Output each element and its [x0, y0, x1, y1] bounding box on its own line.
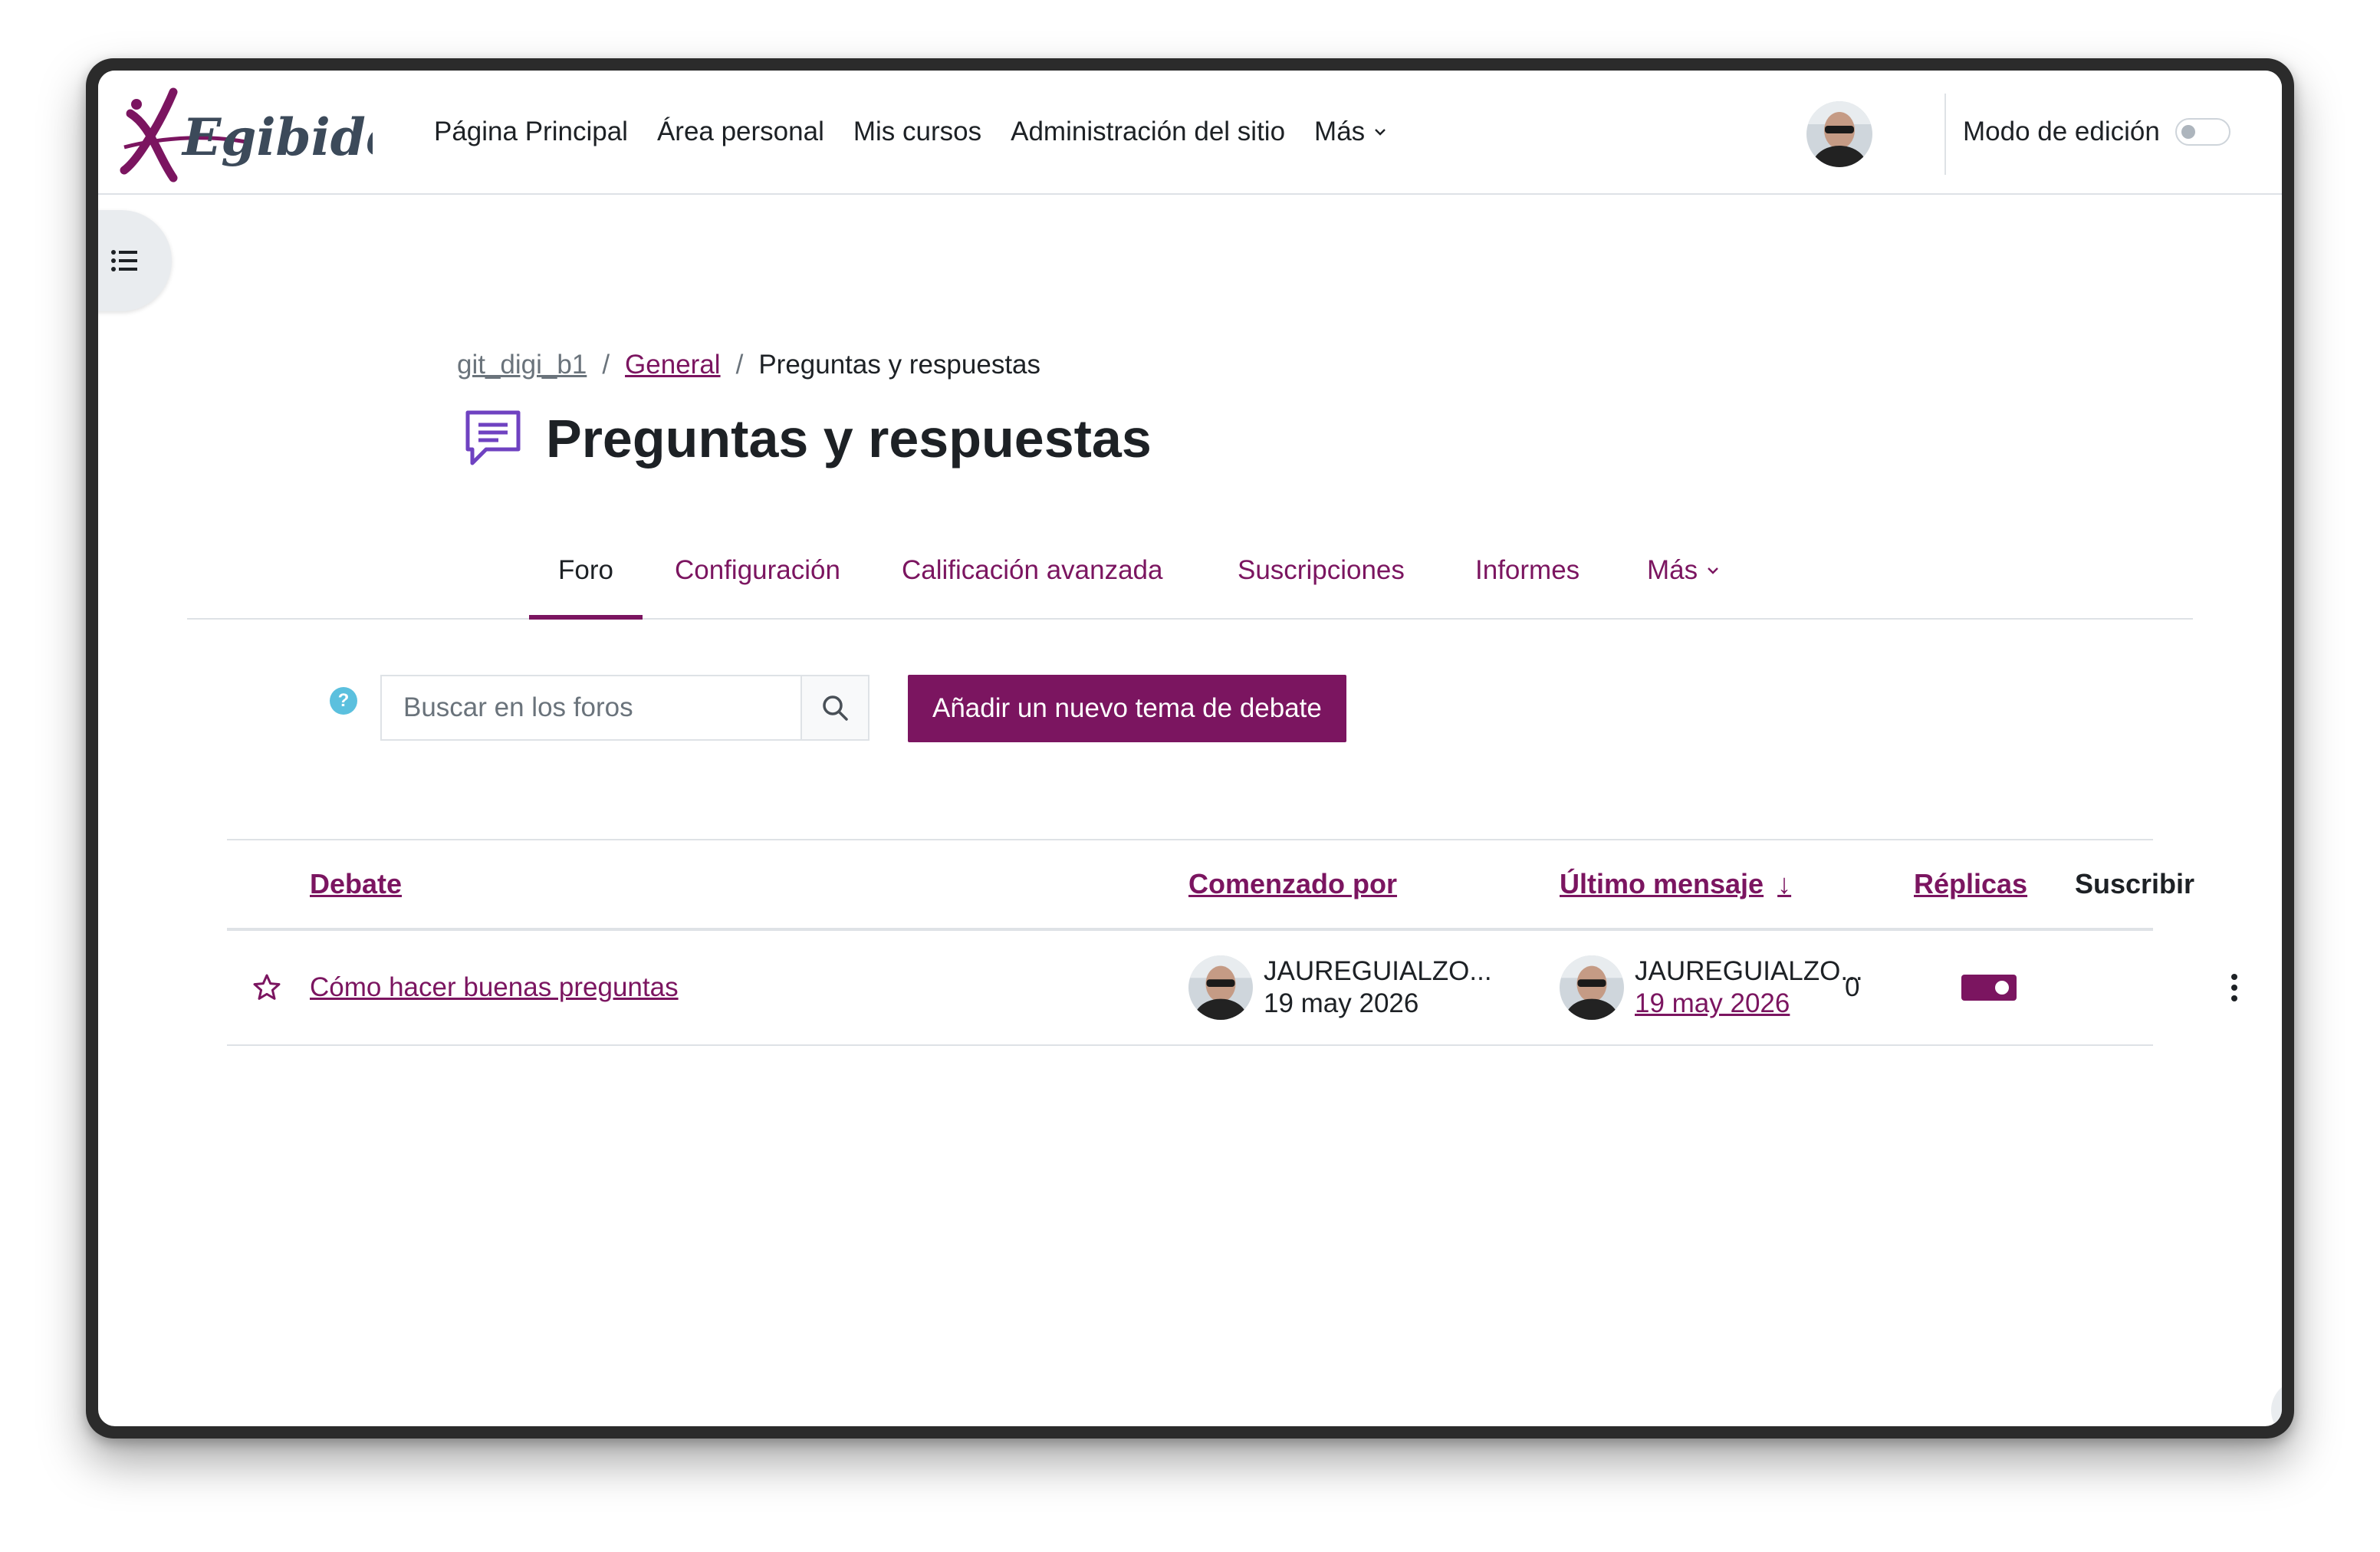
search-help-icon[interactable]: ?: [330, 687, 357, 715]
discussion-list-table: Debate Comenzado por Último mensaje ↓ Ré…: [227, 839, 2237, 1046]
page: Egibide Página Principal Área personal M…: [98, 71, 2282, 1426]
tab-settings[interactable]: Configuración: [675, 523, 840, 618]
subscription-toggle-cell: [1961, 931, 2017, 1044]
breadcrumb-current: Preguntas y respuestas: [758, 350, 1041, 380]
started-date: 19 may 2026: [1264, 988, 1419, 1018]
help-button[interactable]: ?: [2271, 1380, 2282, 1426]
breadcrumb-course-link[interactable]: git_digi_b1: [457, 350, 587, 380]
browser-window: Egibide Página Principal Área personal M…: [86, 58, 2294, 1439]
table-header: Debate Comenzado por Último mensaje ↓ Ré…: [227, 839, 2194, 931]
discussion-actions-menu[interactable]: [2230, 931, 2239, 1044]
last-post-author-name: JAUREGUIALZO...: [1635, 956, 1863, 986]
star-icon[interactable]: [251, 931, 282, 1044]
nav-home[interactable]: Página Principal: [434, 117, 628, 147]
column-header-last-post-label: Último mensaje: [1560, 868, 1764, 899]
column-header-replies[interactable]: Réplicas: [1914, 840, 2027, 928]
search-input[interactable]: [382, 676, 800, 739]
breadcrumb: git_digi_b1 / General / Preguntas y resp…: [457, 350, 1040, 380]
course-index-drawer-button[interactable]: [98, 210, 172, 311]
last-post-author-avatar[interactable]: [1560, 955, 1624, 1020]
add-discussion-button[interactable]: Añadir un nuevo tema de debate: [908, 675, 1346, 742]
search-icon: [823, 695, 848, 721]
column-header-debate[interactable]: Debate: [310, 840, 402, 928]
tab-more-label: Más: [1647, 555, 1698, 585]
kebab-menu-icon: [2231, 974, 2237, 1001]
discussion-topic-link[interactable]: Cómo hacer buenas preguntas: [310, 931, 679, 1044]
author-avatar[interactable]: [1188, 955, 1253, 1020]
breadcrumb-separator: /: [602, 350, 610, 380]
nav-dashboard[interactable]: Área personal: [657, 117, 824, 147]
author-name: JAUREGUIALZO...: [1264, 956, 1492, 986]
primary-navigation: Página Principal Área personal Mis curso…: [434, 71, 1417, 193]
column-header-last-post[interactable]: Último mensaje ↓: [1560, 840, 1791, 928]
chevron-down-icon: [1708, 567, 1718, 574]
top-navbar: Egibide Página Principal Área personal M…: [98, 71, 2282, 195]
started-by-cell: JAUREGUIALZO... 19 may 2026: [1188, 931, 1492, 1044]
forum-search: [380, 675, 869, 741]
tab-reports[interactable]: Informes: [1475, 523, 1580, 618]
tab-advanced-grading[interactable]: Calificación avanzada: [902, 523, 1162, 618]
nav-site-admin[interactable]: Administración del sitio: [1011, 117, 1285, 147]
tab-more[interactable]: Más: [1647, 523, 1721, 618]
nav-more-label: Más: [1314, 117, 1366, 146]
last-post-date-link[interactable]: 19 may 2026: [1635, 988, 1863, 1020]
edit-mode-control: Modo de edición: [1963, 71, 2230, 193]
page-title: Preguntas y respuestas: [546, 409, 1152, 469]
edit-mode-label: Modo de edición: [1963, 117, 2160, 146]
user-avatar[interactable]: [1806, 101, 1872, 167]
chevron-down-icon: [1375, 129, 1386, 136]
tab-forum[interactable]: Foro: [529, 523, 643, 620]
navbar-divider: [1944, 94, 1946, 175]
column-header-subscribe: Suscribir: [2075, 868, 2195, 899]
svg-text:Egibide: Egibide: [181, 107, 373, 167]
breadcrumb-section-link[interactable]: General: [625, 350, 721, 380]
replies-count: 0: [1845, 972, 1860, 1002]
table-row: Cómo hacer buenas preguntas JAUREGUIALZO…: [227, 931, 2237, 1046]
subscription-toggle[interactable]: [1961, 975, 2017, 1001]
edit-mode-toggle[interactable]: [2175, 118, 2230, 146]
nav-my-courses[interactable]: Mis cursos: [853, 117, 981, 147]
search-button[interactable]: [800, 676, 868, 739]
tab-subscriptions[interactable]: Suscripciones: [1238, 523, 1405, 618]
list-icon: [111, 250, 137, 271]
forum-chat-icon: [460, 405, 526, 471]
secondary-navigation-tabs: Foro Configuración Calificación avanzada…: [187, 523, 2193, 620]
nav-more[interactable]: Más: [1314, 117, 1388, 147]
breadcrumb-separator: /: [735, 350, 744, 380]
last-post-cell: JAUREGUIALZO... 19 may 2026: [1560, 931, 1863, 1044]
sort-descending-icon: ↓: [1777, 868, 1792, 899]
egibide-logo[interactable]: Egibide: [120, 87, 398, 187]
column-header-started-by[interactable]: Comenzado por: [1188, 840, 1397, 928]
